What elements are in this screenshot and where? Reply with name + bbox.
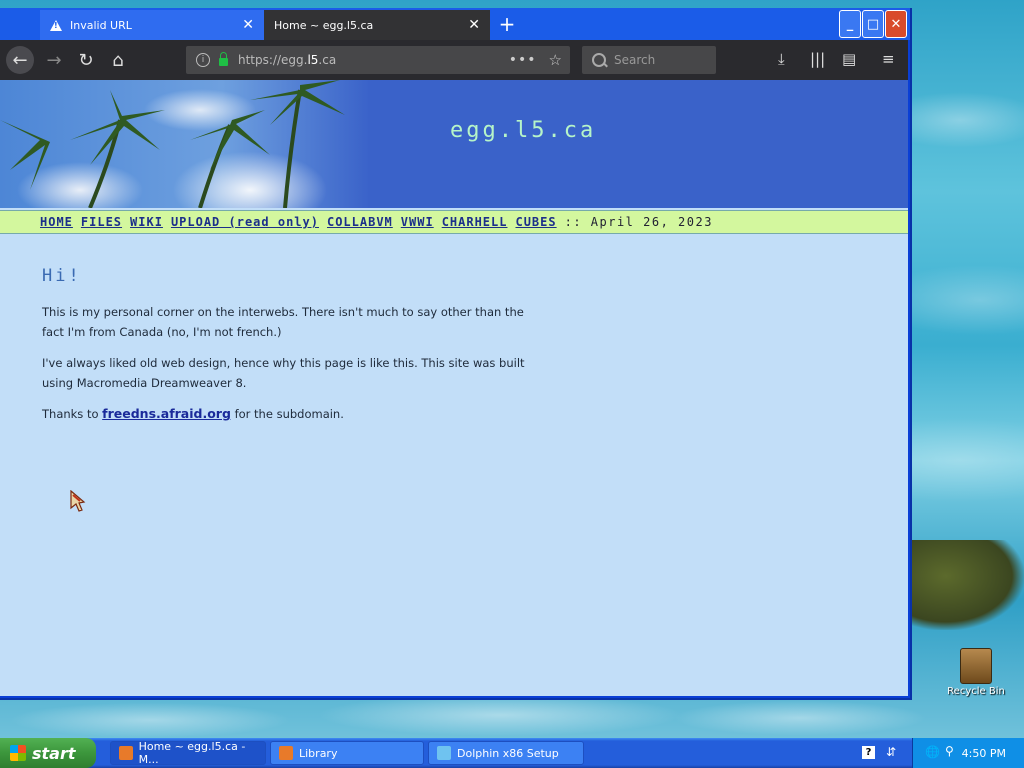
tab-title: Invalid URL xyxy=(70,18,132,32)
close-tab-icon[interactable]: ✕ xyxy=(468,17,480,33)
firefox-icon xyxy=(119,746,133,760)
page-actions-icon[interactable]: ••• xyxy=(509,52,537,68)
close-tab-icon[interactable]: ✕ xyxy=(242,17,254,33)
system-tray: 🌐 ⚲ 4:50 PM xyxy=(912,738,1024,768)
nav-link-home[interactable]: HOME xyxy=(40,215,73,229)
recycle-bin-label: Recycle Bin xyxy=(947,686,1005,697)
taskbar-item-browser[interactable]: Home ~ egg.l5.ca - M... xyxy=(110,740,266,766)
intro-paragraph: This is my personal corner on the interw… xyxy=(42,305,524,339)
site-navigation: HOME FILES WIKI UPLOAD (read only) COLLA… xyxy=(0,210,908,234)
design-paragraph: I've always liked old web design, hence … xyxy=(42,356,525,390)
web-page: egg.l5.ca HOME FILES WIKI UPLOAD (read o… xyxy=(0,80,908,696)
url-text[interactable]: https://egg.l5.ca xyxy=(238,53,509,67)
nav-link-cubes[interactable]: CUBES xyxy=(515,215,556,229)
firefox-icon xyxy=(279,746,293,760)
lock-icon xyxy=(219,52,228,66)
taskbar-item-dolphin-setup[interactable]: Dolphin x86 Setup xyxy=(428,741,584,765)
nav-link-files[interactable]: FILES xyxy=(81,215,122,229)
tab-bar: Invalid URL ✕ Home ~ egg.l5.ca ✕ + _ □ ✕ xyxy=(0,8,910,40)
menu-icon[interactable]: ≡ xyxy=(882,50,895,68)
palm-trees-graphic xyxy=(0,80,345,209)
minimize-button[interactable]: _ xyxy=(839,10,861,38)
address-bar[interactable]: i https://egg.l5.ca ••• ☆ xyxy=(186,46,570,74)
page-heading: Hi! xyxy=(42,266,82,286)
download-icon[interactable]: ⤓ xyxy=(778,50,785,68)
clock[interactable]: 4:50 PM xyxy=(962,747,1006,760)
tab-invalid-url[interactable]: Invalid URL ✕ xyxy=(40,10,264,40)
close-window-button[interactable]: ✕ xyxy=(885,10,907,38)
search-input[interactable]: Search xyxy=(582,46,716,74)
help-icon[interactable]: ? xyxy=(862,746,875,759)
taskbar-item-library[interactable]: Library xyxy=(270,741,424,765)
thanks-paragraph: Thanks to freedns.afraid.org for the sub… xyxy=(42,406,344,421)
recycle-bin[interactable]: Recycle Bin xyxy=(946,648,1006,697)
nav-link-collabvm[interactable]: COLLABVM xyxy=(327,215,393,229)
nav-link-upload[interactable]: UPLOAD (read only) xyxy=(171,215,319,229)
network-icon[interactable]: 🌐 xyxy=(925,745,940,759)
tab-home[interactable]: Home ~ egg.l5.ca ✕ xyxy=(264,10,490,40)
back-button[interactable]: ← xyxy=(6,46,34,74)
main-content: Hi! This is my personal corner on the in… xyxy=(42,266,542,435)
browser-window: Invalid URL ✕ Home ~ egg.l5.ca ✕ + _ □ ✕… xyxy=(0,8,912,700)
info-icon[interactable]: i xyxy=(196,53,210,67)
freedns-link[interactable]: freedns.afraid.org xyxy=(102,406,231,421)
starfish-wallpaper-detail xyxy=(912,540,1024,630)
reload-button[interactable]: ↻ xyxy=(72,46,100,74)
navigation-toolbar: ← → ↻ ⌂ i https://egg.l5.ca ••• ☆ Search… xyxy=(0,40,908,80)
start-button[interactable]: start xyxy=(0,738,96,768)
mouse-cursor-icon xyxy=(70,490,86,512)
dolphin-icon xyxy=(437,746,451,760)
taskbar: start Home ~ egg.l5.ca - M... Library Do… xyxy=(0,738,1024,768)
warning-icon xyxy=(50,19,62,31)
nav-link-vwwi[interactable]: VWWI xyxy=(401,215,434,229)
search-tray-icon[interactable]: ⚲ xyxy=(945,744,954,758)
date-text: :: April 26, 2023 xyxy=(564,215,713,229)
nav-link-charhell[interactable]: CHARHELL xyxy=(442,215,508,229)
home-button[interactable]: ⌂ xyxy=(104,46,132,74)
search-icon xyxy=(592,53,606,67)
new-tab-button[interactable]: + xyxy=(496,12,518,36)
tray-expand-icon[interactable]: ⇵ xyxy=(886,745,896,759)
site-title: egg.l5.ca xyxy=(450,118,597,143)
nav-link-wiki[interactable]: WIKI xyxy=(130,215,163,229)
site-banner: egg.l5.ca xyxy=(0,80,908,209)
palm-tree-image xyxy=(0,80,370,209)
windows-logo-icon xyxy=(10,745,26,761)
sidebar-icon[interactable]: ▤ xyxy=(842,50,856,68)
bookmark-star-icon[interactable]: ☆ xyxy=(549,51,562,69)
library-icon[interactable]: ||| xyxy=(810,50,825,68)
recycle-bin-icon xyxy=(960,648,992,684)
tab-title: Home ~ egg.l5.ca xyxy=(274,18,374,32)
forward-button[interactable]: → xyxy=(40,46,68,74)
maximize-button[interactable]: □ xyxy=(862,10,884,38)
search-placeholder: Search xyxy=(614,53,656,67)
